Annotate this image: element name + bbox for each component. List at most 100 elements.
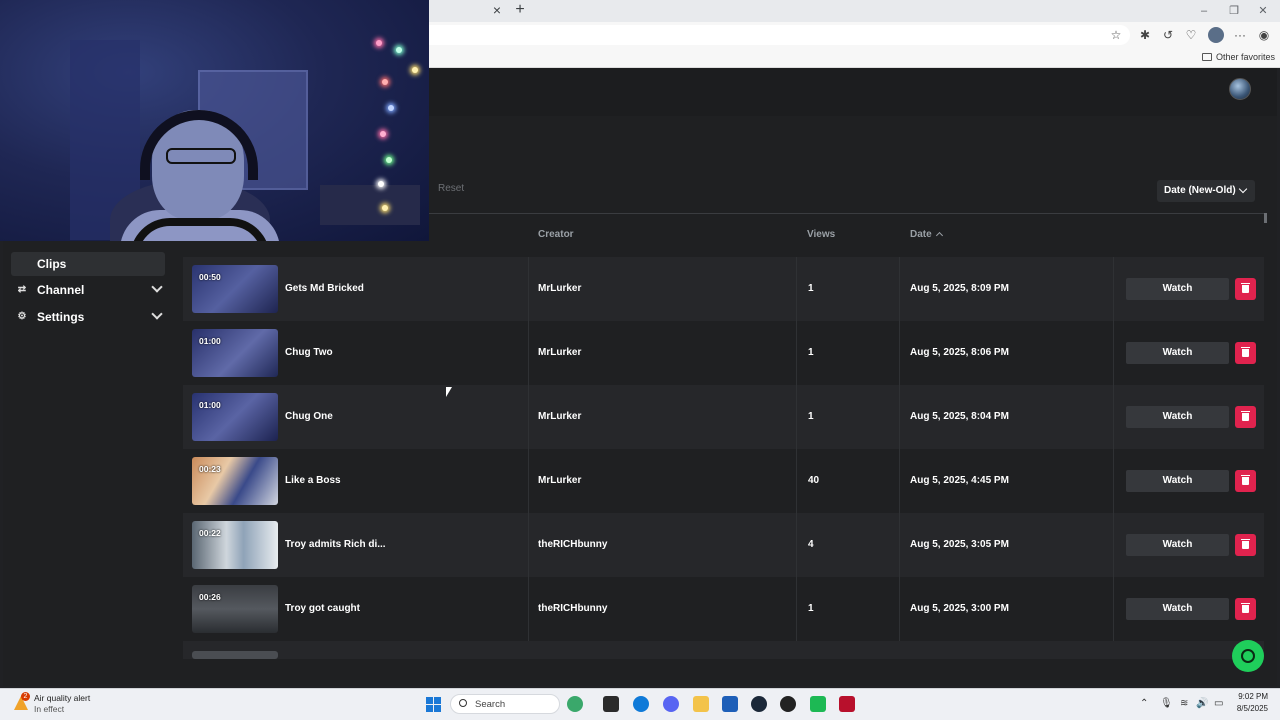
reset-button[interactable]: Reset	[438, 183, 464, 194]
taskbar-date[interactable]: 8/5/2025	[1228, 704, 1268, 713]
clip-views: 40	[808, 475, 820, 486]
start-button[interactable]	[426, 697, 441, 712]
table-row-partial[interactable]	[183, 641, 1264, 659]
chevron-down-icon	[1238, 184, 1248, 194]
weather-alert-subtitle[interactable]: In effect	[34, 704, 64, 714]
close-window-icon[interactable]: ✕	[1256, 4, 1270, 18]
clip-date: Aug 5, 2025, 3:05 PM	[910, 539, 1009, 550]
more-menu-icon[interactable]: ···	[1233, 28, 1247, 42]
weather-alert-title[interactable]: Air quality alert	[34, 693, 90, 703]
clip-title[interactable]: Gets Md Bricked	[285, 283, 364, 294]
tray-chevron-icon[interactable]: ⌃	[1140, 698, 1148, 709]
clip-thumbnail[interactable]: 01:00	[192, 329, 278, 377]
edge-browser-icon[interactable]	[633, 696, 649, 712]
clip-thumbnail[interactable]: 00:50	[192, 265, 278, 313]
discord-icon[interactable]	[663, 696, 679, 712]
clip-title[interactable]: Troy got caught	[285, 603, 360, 614]
close-tab-icon[interactable]: ×	[490, 3, 504, 17]
watch-button[interactable]: Watch	[1126, 406, 1229, 428]
clip-views: 1	[808, 411, 814, 422]
support-chat-button[interactable]	[1232, 640, 1264, 672]
column-header-views[interactable]: Views	[807, 229, 835, 240]
column-header-creator[interactable]: Creator	[538, 229, 574, 240]
clip-date: Aug 5, 2025, 8:04 PM	[910, 411, 1009, 422]
file-explorer-icon[interactable]	[693, 696, 709, 712]
trash-icon	[1241, 347, 1250, 357]
search-icon	[459, 699, 467, 707]
trash-icon	[1241, 603, 1250, 613]
sidebar-item-channel[interactable]: ⇄ Channel	[11, 278, 165, 302]
trash-icon	[1241, 475, 1250, 485]
volume-icon[interactable]: 🔊	[1196, 698, 1208, 709]
favorite-star-icon[interactable]: ☆	[1109, 28, 1123, 42]
clip-views: 1	[808, 603, 814, 614]
table-row[interactable]: 01:00 Chug Two MrLurker 1 Aug 5, 2025, 8…	[183, 321, 1264, 385]
clip-title[interactable]: Troy admits Rich di...	[285, 539, 386, 550]
wifi-icon[interactable]: ≋	[1180, 698, 1188, 709]
delete-button[interactable]	[1235, 598, 1256, 620]
clip-creator: MrLurker	[538, 411, 582, 422]
watch-button[interactable]: Watch	[1126, 342, 1229, 364]
app-icon-red[interactable]	[839, 696, 855, 712]
scrollbar-thumb[interactable]	[1264, 213, 1267, 223]
clip-date: Aug 5, 2025, 8:06 PM	[910, 347, 1009, 358]
headset-icon	[1241, 649, 1255, 663]
delete-button[interactable]	[1235, 406, 1256, 428]
widgets-app-icon[interactable]	[567, 696, 583, 712]
table-row[interactable]: 01:00 Chug One MrLurker 1 Aug 5, 2025, 8…	[183, 385, 1264, 449]
minimize-icon[interactable]: –	[1197, 4, 1211, 18]
clip-title[interactable]: Chug Two	[285, 347, 333, 358]
profile-avatar[interactable]	[1208, 27, 1224, 43]
store-icon[interactable]	[722, 696, 738, 712]
sort-dropdown[interactable]: Date (New-Old)	[1157, 180, 1255, 202]
delete-button[interactable]	[1235, 470, 1256, 492]
history-icon[interactable]: ↺	[1161, 28, 1175, 42]
table-row[interactable]: 00:23 Like a Boss MrLurker 40 Aug 5, 202…	[183, 449, 1264, 513]
mouse-cursor	[445, 386, 453, 398]
clip-thumbnail[interactable]: 01:00	[192, 393, 278, 441]
clip-thumbnail[interactable]: 00:26	[192, 585, 278, 633]
clip-views: 1	[808, 283, 814, 294]
column-header-date[interactable]: Date	[910, 229, 943, 240]
task-view-icon[interactable]	[603, 696, 619, 712]
table-row[interactable]: 00:50 Gets Md Bricked MrLurker 1 Aug 5, …	[183, 257, 1264, 321]
watch-button[interactable]: Watch	[1126, 534, 1229, 556]
new-tab-icon[interactable]: +	[512, 2, 528, 18]
sidebar-item-clips[interactable]: Clips	[11, 252, 165, 276]
battery-icon[interactable]: ▭	[1214, 698, 1223, 709]
clip-title[interactable]: Like a Boss	[285, 475, 341, 486]
trash-icon	[1241, 539, 1250, 549]
user-avatar[interactable]	[1229, 78, 1251, 100]
clip-creator: MrLurker	[538, 283, 582, 294]
copilot-icon[interactable]: ◉	[1257, 28, 1271, 42]
browser-essentials-icon[interactable]: ♡	[1184, 28, 1198, 42]
delete-button[interactable]	[1235, 278, 1256, 300]
folder-icon	[1202, 53, 1212, 61]
table-row[interactable]: 00:22 Troy admits Rich di... theRICHbunn…	[183, 513, 1264, 577]
app-icon-g[interactable]	[780, 696, 796, 712]
delete-button[interactable]	[1235, 534, 1256, 556]
clip-views: 1	[808, 347, 814, 358]
delete-button[interactable]	[1235, 342, 1256, 364]
steam-icon[interactable]	[751, 696, 767, 712]
clip-creator: theRICHbunny	[538, 603, 608, 614]
app-icon-green[interactable]	[810, 696, 826, 712]
watch-button[interactable]: Watch	[1126, 598, 1229, 620]
clip-thumbnail[interactable]: 00:23	[192, 457, 278, 505]
taskbar-search[interactable]: Search	[450, 694, 560, 714]
taskbar-time[interactable]: 9:02 PM	[1236, 692, 1268, 701]
sidebar-item-settings[interactable]: ⚙ Settings	[11, 305, 165, 329]
watch-button[interactable]: Watch	[1126, 470, 1229, 492]
clip-thumbnail[interactable]	[192, 651, 278, 659]
clip-title[interactable]: Chug One	[285, 411, 333, 422]
extensions-icon[interactable]: ✱	[1138, 28, 1152, 42]
other-favorites-folder[interactable]: Other favorites	[1202, 52, 1275, 62]
microphone-icon[interactable]: 🎙	[1160, 698, 1173, 709]
maximize-icon[interactable]: ❐	[1227, 4, 1241, 18]
table-row[interactable]: 00:26 Troy got caught theRICHbunny 1 Aug…	[183, 577, 1264, 641]
clip-creator: theRICHbunny	[538, 539, 608, 550]
watch-button[interactable]: Watch	[1126, 278, 1229, 300]
clip-thumbnail[interactable]: 00:22	[192, 521, 278, 569]
chevron-down-icon	[151, 308, 163, 320]
clip-date: Aug 5, 2025, 4:45 PM	[910, 475, 1009, 486]
